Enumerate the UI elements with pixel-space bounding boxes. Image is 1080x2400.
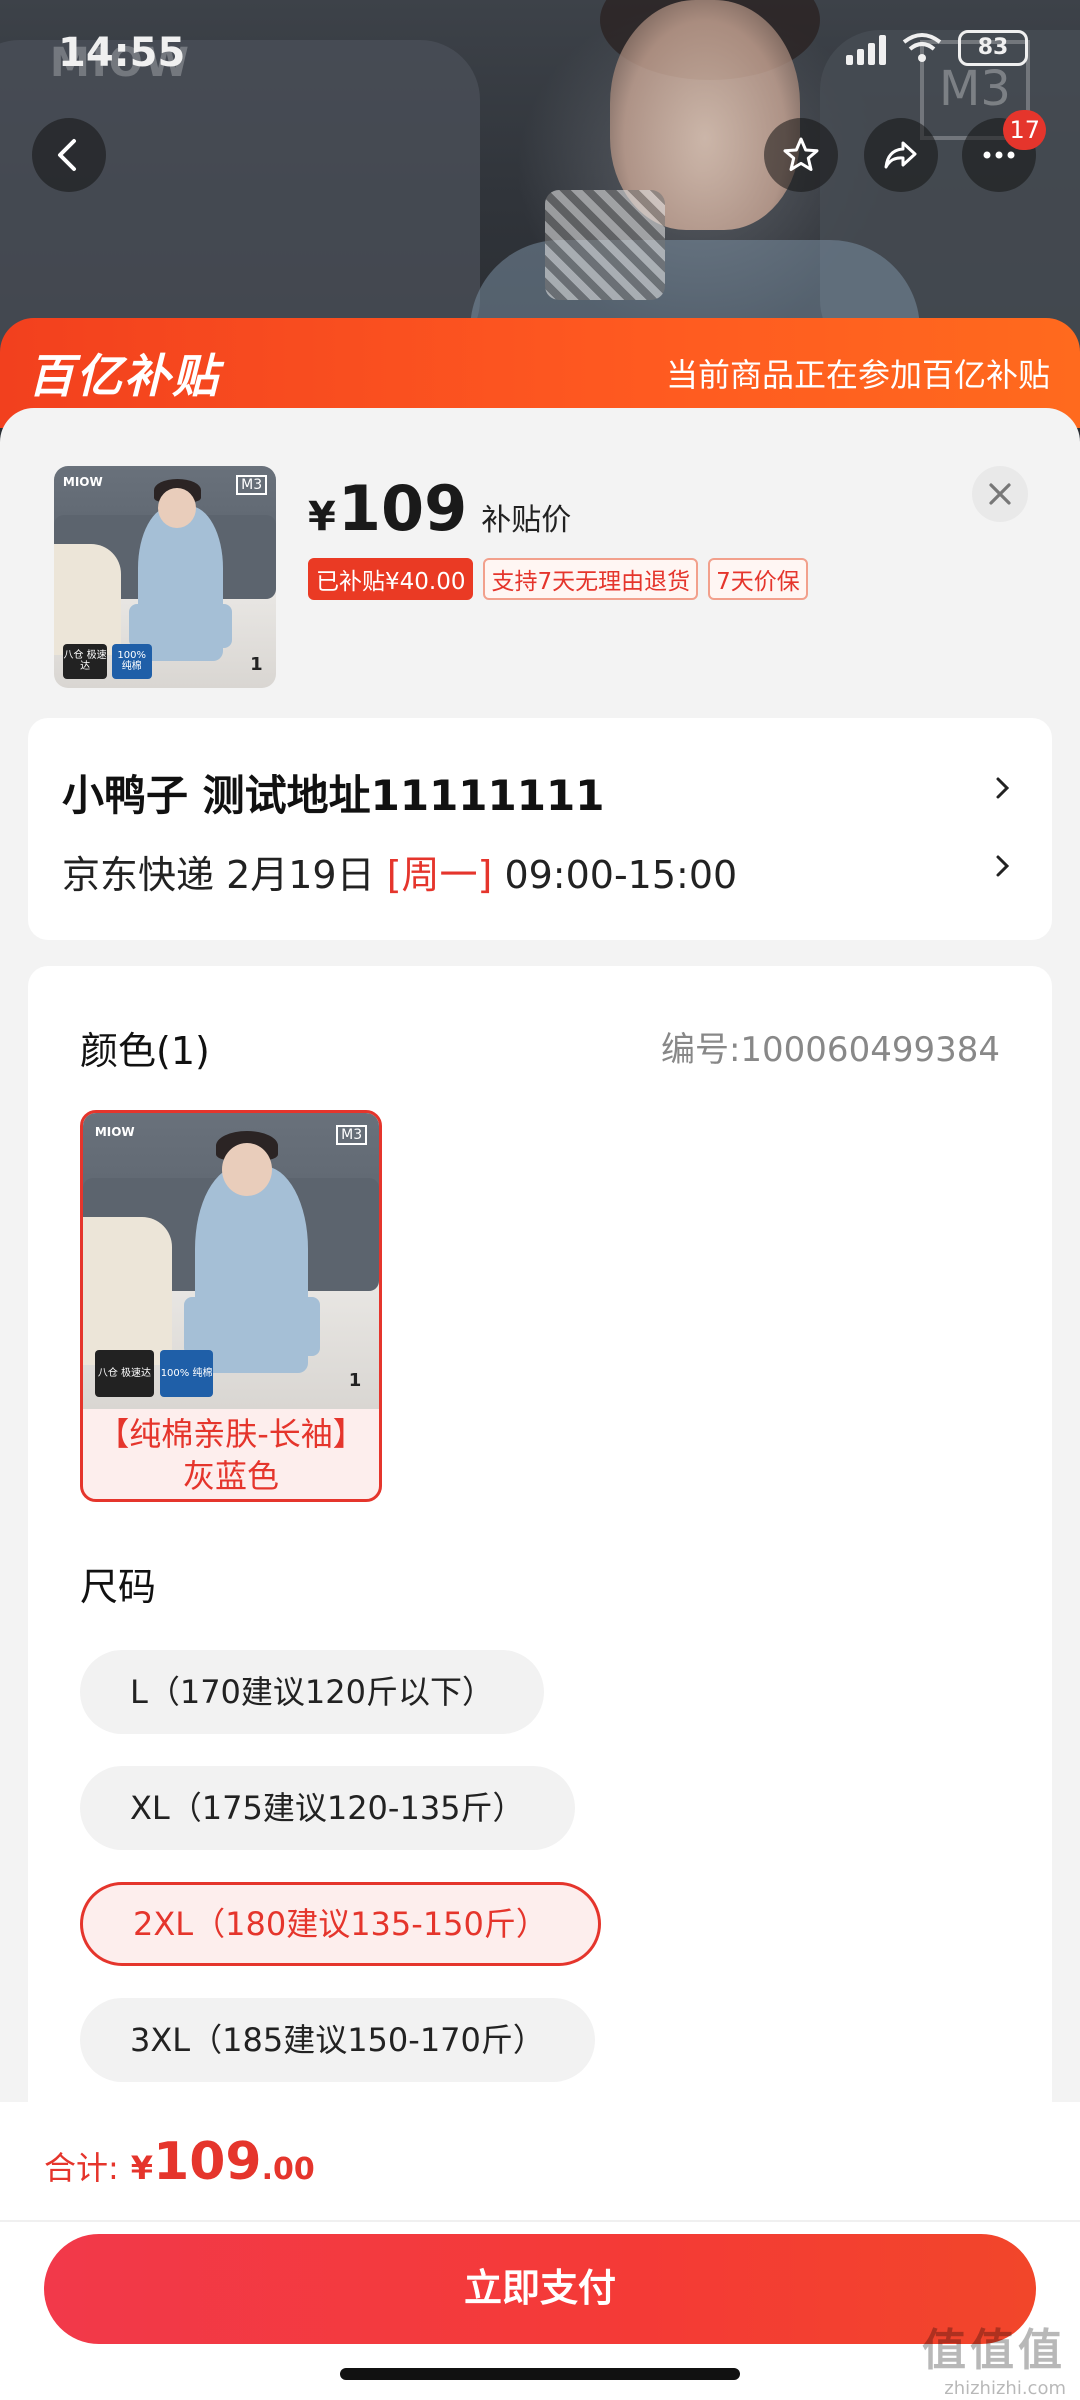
price-value: 109 xyxy=(337,472,468,545)
color-option[interactable]: MIOW M3 八仓 极速达 100% 纯棉 1 【纯棉亲肤-长袖】灰蓝色 xyxy=(80,1110,382,1502)
size-option-2xl[interactable]: 2XL（180建议135-150斤） xyxy=(80,1882,601,1966)
more-button[interactable]: 17 xyxy=(962,110,1046,192)
total-decimals: .00 xyxy=(261,2152,315,2187)
color-brand-logo: MIOW xyxy=(94,1124,135,1139)
size-option-xl[interactable]: XL（175建议120-135斤） xyxy=(80,1766,575,1850)
price-label: 补贴价 xyxy=(481,503,572,538)
price-row: ¥ 109 补贴价 xyxy=(308,472,571,545)
watermark: 值值值 zhizhizhi.com xyxy=(922,2314,1066,2399)
total-amount: 109 xyxy=(153,2132,262,2192)
subsidy-text: 当前商品正在参加百亿补贴 xyxy=(665,356,1050,394)
chevron-right-icon[interactable] xyxy=(988,774,1016,802)
color-qty: 1 xyxy=(348,1370,362,1392)
color-section-title: 颜色(1) xyxy=(80,1029,210,1073)
address-card: 小鸭子 测试地址11111111 京东快递 2月19日 [周一] 09:00-1… xyxy=(28,718,1052,940)
thumb-brand-logo: MIOW xyxy=(62,474,103,489)
status-time: 14:55 xyxy=(58,30,186,76)
notification-badge: 17 xyxy=(1003,110,1046,150)
delivery-line[interactable]: 京东快递 2月19日 [周一] 09:00-15:00 xyxy=(62,844,737,899)
divider xyxy=(0,2220,1080,2222)
battery-icon: 83 xyxy=(958,30,1028,66)
share-icon xyxy=(884,141,917,169)
delivery-weekday: [周一] xyxy=(386,853,493,897)
total-label: 合计: xyxy=(44,2149,119,2187)
status-icons: 83 xyxy=(846,30,1028,66)
back-arrow-icon xyxy=(58,139,76,171)
delivery-time: 09:00-15:00 xyxy=(492,853,738,897)
color-option-image: MIOW M3 八仓 极速达 100% 纯棉 1 xyxy=(83,1113,379,1409)
checkout-bar: 合计: ¥ 109 .00 立即支付 xyxy=(0,2102,1080,2400)
watermark-main: 值值值 xyxy=(922,2325,1066,2376)
thumb-qty: 1 xyxy=(250,653,263,675)
subsidy-amount-tag: 已补贴¥40.00 xyxy=(308,558,474,600)
total-currency: ¥ xyxy=(130,2149,154,2187)
thumb-badge-warehouse: 八仓 极速达 xyxy=(62,643,108,680)
back-button[interactable] xyxy=(32,118,106,192)
thumb-m3-logo: M3 xyxy=(236,474,268,495)
price-currency: ¥ xyxy=(308,494,336,540)
color-option-label: 【纯棉亲肤-长袖】灰蓝色 xyxy=(97,1415,365,1495)
favorite-button[interactable] xyxy=(764,118,838,192)
total-row: 合计: ¥ 109 .00 xyxy=(44,2132,315,2192)
product-code: 编号:100060499384 xyxy=(660,1030,1000,1070)
signal-icon xyxy=(846,31,886,65)
price-protect-tag: 7天价保 xyxy=(708,558,808,600)
promo-tags: 已补贴¥40.00 支持7天无理由退货 7天价保 xyxy=(308,558,808,600)
close-button[interactable] xyxy=(972,466,1028,522)
size-section-title: 尺码 xyxy=(80,1565,157,1609)
subsidy-logo: 百亿补贴 xyxy=(28,349,220,403)
share-button[interactable] xyxy=(864,118,938,192)
wifi-icon xyxy=(902,33,942,62)
delivery-date: 京东快递 2月19日 xyxy=(62,853,387,897)
product-thumbnail: MIOW M3 八仓 极速达 100% 纯棉 1 xyxy=(54,466,276,688)
watermark-sub: zhizhizhi.com xyxy=(944,2378,1066,2399)
star-icon xyxy=(783,137,819,171)
color-badge-cotton: 100% 纯棉 xyxy=(159,1349,214,1398)
return-policy-tag: 支持7天无理由退货 xyxy=(483,558,699,600)
color-badge-warehouse: 八仓 极速达 xyxy=(94,1349,155,1398)
size-option-3xl[interactable]: 3XL（185建议150-170斤） xyxy=(80,1998,595,2082)
color-m3-logo: M3 xyxy=(336,1124,368,1145)
home-indicator[interactable] xyxy=(340,2368,740,2380)
size-option-l[interactable]: L（170建议120斤以下） xyxy=(80,1650,544,1734)
chevron-right-icon[interactable] xyxy=(988,852,1016,880)
close-icon xyxy=(989,483,1011,505)
thumb-badge-cotton: 100% 纯棉 xyxy=(111,643,152,680)
address-line[interactable]: 小鸭子 测试地址11111111 xyxy=(62,762,604,823)
pay-now-button[interactable]: 立即支付 xyxy=(44,2234,1036,2344)
